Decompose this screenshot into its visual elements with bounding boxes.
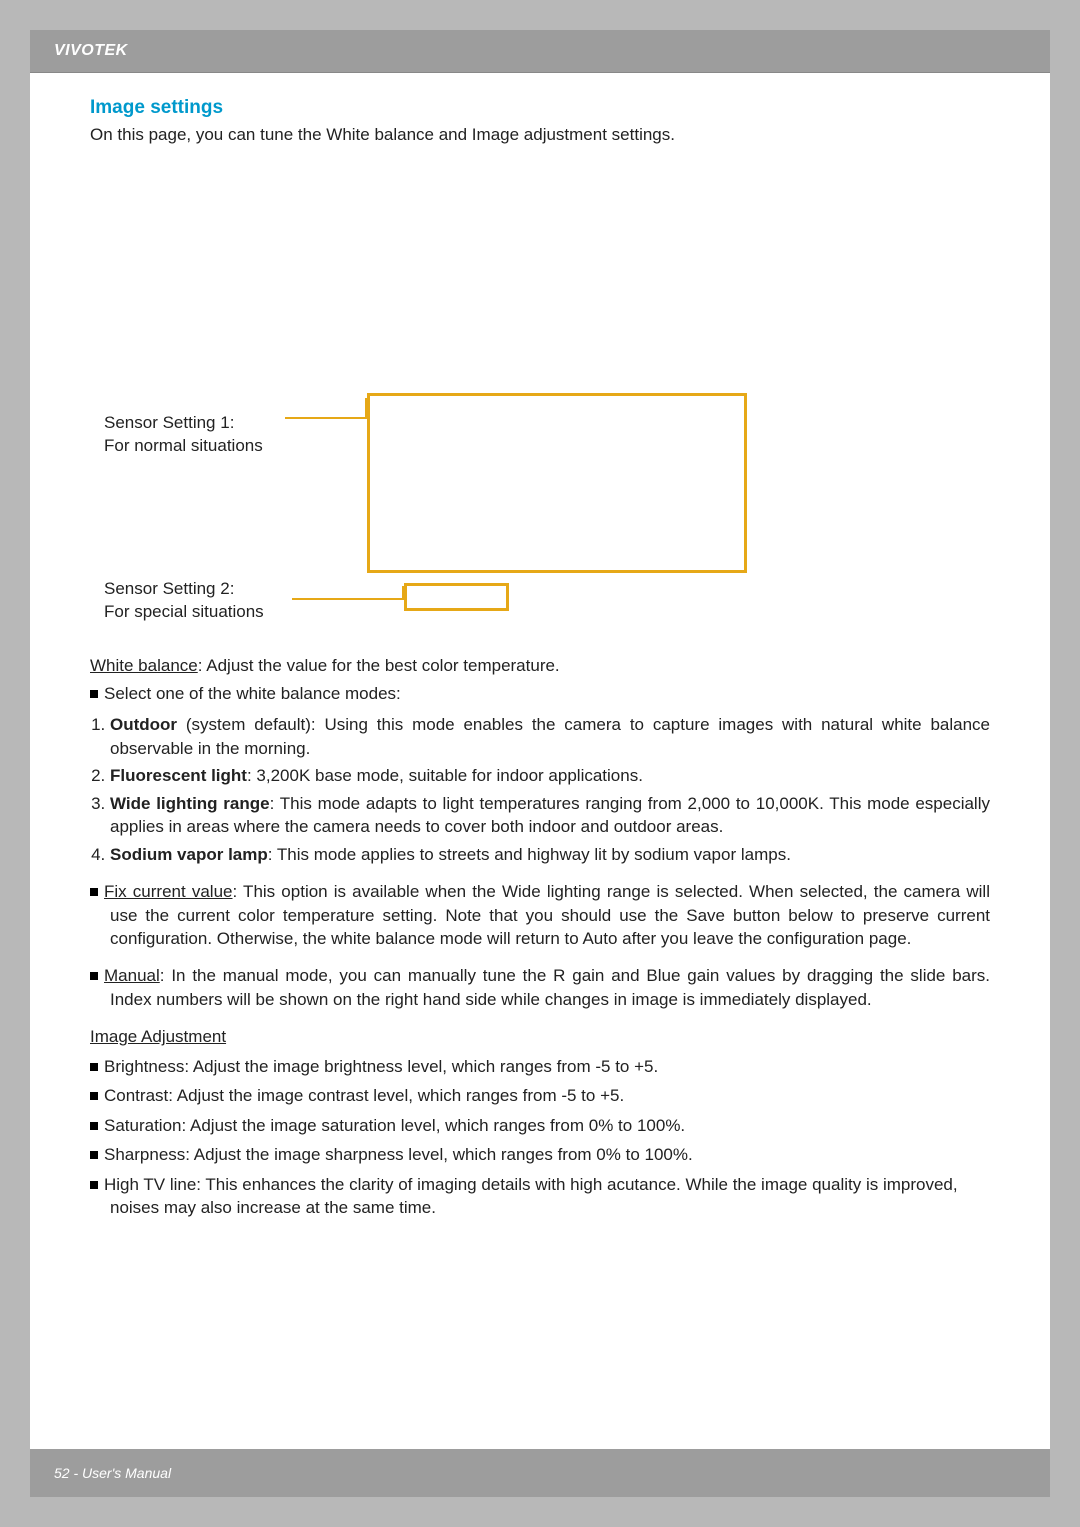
image-adjustment-heading: Image Adjustment — [90, 1025, 990, 1048]
adj-a5: High TV line: This enhances the clarity … — [104, 1175, 958, 1217]
adj-high-tv-line: High TV line: This enhances the clarity … — [90, 1173, 990, 1220]
section-title: Image settings — [90, 97, 990, 119]
square-bullet-icon — [90, 1151, 98, 1159]
adj-contrast: Contrast: Adjust the image contrast leve… — [90, 1084, 990, 1107]
mode4-bold: Sodium vapor lamp — [110, 845, 268, 864]
highlight-box-large — [367, 393, 747, 573]
sensor1-line2: For normal situations — [104, 436, 263, 455]
connector-line-1a — [285, 417, 367, 419]
mode2-bold: Fluorescent light — [110, 766, 247, 785]
adj-a3: Saturation: Adjust the image saturation … — [104, 1116, 685, 1135]
mode-fluorescent: Fluorescent light: 3,200K base mode, sui… — [110, 764, 990, 787]
content-area: Image settings On this page, you can tun… — [30, 73, 1050, 1250]
white-balance-modes-list: Outdoor (system default): Using this mod… — [110, 713, 990, 866]
sensor2-line1: Sensor Setting 2: — [104, 579, 234, 598]
mode-wide-lighting: Wide lighting range: This mode adapts to… — [110, 792, 990, 839]
footer-text: 52 - User's Manual — [54, 1465, 1026, 1481]
white-balance-intro-rest: : Adjust the value for the best color te… — [198, 656, 560, 675]
mode1-bold: Outdoor — [110, 715, 177, 734]
square-bullet-icon — [90, 972, 98, 980]
square-bullet-icon — [90, 1181, 98, 1189]
mode4-rest: : This mode applies to streets and highw… — [268, 845, 791, 864]
sensor1-line1: Sensor Setting 1: — [104, 413, 234, 432]
mode2-rest: : 3,200K base mode, suitable for indoor … — [247, 766, 643, 785]
square-bullet-icon — [90, 1122, 98, 1130]
adj-sharpness: Sharpness: Adjust the image sharpness le… — [90, 1143, 990, 1166]
adj-brightness: Brightness: Adjust the image brightness … — [90, 1055, 990, 1078]
connector-line-2a — [292, 598, 404, 600]
square-bullet-icon — [90, 690, 98, 698]
intro-text: On this page, you can tune the White bal… — [90, 123, 990, 146]
sensor-setting-1-label: Sensor Setting 1: For normal situations — [104, 412, 263, 458]
fix-heading: Fix current value — [104, 882, 233, 901]
highlight-box-small — [404, 583, 509, 611]
mode1-rest: (system default): Using this mode enable… — [110, 715, 990, 757]
mode-sodium-vapor: Sodium vapor lamp: This mode applies to … — [110, 843, 990, 866]
mode3-bold: Wide lighting range — [110, 794, 270, 813]
white-balance-intro: White balance: Adjust the value for the … — [90, 654, 990, 677]
white-balance-heading: White balance — [90, 656, 198, 675]
sensor2-line2: For special situations — [104, 602, 264, 621]
brand-label: VIVOTEK — [54, 42, 1026, 60]
adj-saturation: Saturation: Adjust the image saturation … — [90, 1114, 990, 1137]
square-bullet-icon — [90, 888, 98, 896]
wb-select-line: Select one of the white balance modes: — [90, 682, 990, 705]
adj-a2: Contrast: Adjust the image contrast leve… — [104, 1086, 624, 1105]
manual-heading: Manual — [104, 966, 160, 985]
footer-bar: 52 - User's Manual — [30, 1449, 1050, 1497]
adj-a1: Brightness: Adjust the image brightness … — [104, 1057, 658, 1076]
page-container: VIVOTEK Image settings On this page, you… — [30, 30, 1050, 1497]
header-bar: VIVOTEK — [30, 30, 1050, 73]
square-bullet-icon — [90, 1063, 98, 1071]
square-bullet-icon — [90, 1092, 98, 1100]
fix-text: : This option is available when the Wide… — [110, 882, 990, 948]
wb-select-text: Select one of the white balance modes: — [104, 684, 401, 703]
manual-block: Manual: In the manual mode, you can manu… — [90, 964, 990, 1011]
mode-outdoor: Outdoor (system default): Using this mod… — [110, 713, 990, 760]
diagram-area: Sensor Setting 1: For normal situations … — [90, 158, 990, 638]
manual-text: : In the manual mode, you can manually t… — [110, 966, 990, 1008]
adj-a4: Sharpness: Adjust the image sharpness le… — [104, 1145, 693, 1164]
sensor-setting-2-label: Sensor Setting 2: For special situations — [104, 578, 264, 624]
fix-current-value-block: Fix current value: This option is availa… — [90, 880, 990, 950]
